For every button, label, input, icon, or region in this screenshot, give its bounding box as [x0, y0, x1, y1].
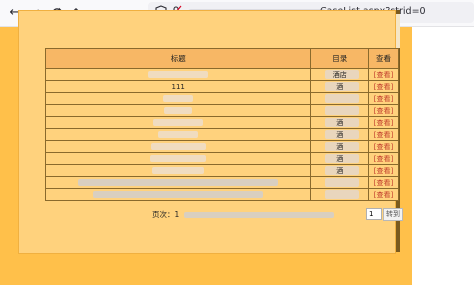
redacted-title: [93, 191, 264, 198]
page-indicator: 页次：1: [152, 210, 180, 219]
row-view-link[interactable]: [查看]: [368, 188, 399, 201]
pagination-bar: 页次：1: [152, 209, 336, 219]
table-row: [查看]: [44, 104, 399, 117]
row-title[interactable]: [44, 92, 312, 105]
redacted-title: [78, 179, 279, 186]
redacted-title: [164, 107, 193, 114]
row-view-link[interactable]: [查看]: [368, 80, 399, 93]
row-view-link[interactable]: [查看]: [368, 104, 399, 117]
row-view-link[interactable]: [查看]: [368, 164, 399, 177]
scroll-thumb[interactable]: [396, 14, 400, 48]
redacted-title: [153, 119, 204, 126]
redacted-title: [163, 95, 194, 102]
row-category: 酒: [310, 152, 370, 165]
row-view-link[interactable]: [查看]: [368, 152, 399, 165]
redacted-title: [150, 143, 206, 150]
table-row: [查看]: [44, 176, 399, 189]
redacted-title: [158, 131, 199, 138]
redacted-category: [325, 94, 360, 103]
row-title[interactable]: [44, 104, 312, 117]
row-view-link[interactable]: [查看]: [368, 128, 399, 141]
table-row: 酒 [查看]: [44, 152, 399, 165]
row-view-link[interactable]: [查看]: [368, 92, 399, 105]
redacted-title: [148, 71, 209, 78]
go-to-page-button[interactable]: 转到: [383, 208, 403, 221]
table-row: [查看]: [44, 188, 399, 201]
redacted-pager-links: [183, 212, 334, 218]
row-title[interactable]: [44, 116, 312, 129]
row-title[interactable]: [44, 128, 312, 141]
row-category: 酒: [310, 80, 370, 93]
table-row: 酒 [查看]: [44, 164, 399, 177]
row-title[interactable]: [44, 68, 312, 81]
row-title[interactable]: [44, 152, 312, 165]
row-view-link[interactable]: [查看]: [368, 176, 399, 189]
row-view-link[interactable]: [查看]: [368, 140, 399, 153]
row-title[interactable]: 111: [44, 80, 312, 93]
redacted-category: [325, 190, 360, 199]
row-category: [310, 104, 370, 117]
row-title[interactable]: [44, 164, 312, 177]
row-category: 酒: [310, 164, 370, 177]
case-list-table: 标题 目录 查看 酒店 [查看] 111 酒 [查看] [查看] [查看] 酒: [44, 48, 399, 201]
column-header-title: 标题: [44, 48, 312, 69]
row-category: 酒: [310, 116, 370, 129]
redacted-category: [325, 106, 360, 115]
row-view-link[interactable]: [查看]: [368, 116, 399, 129]
column-header-category: 目录: [310, 48, 370, 69]
row-title[interactable]: [44, 188, 312, 201]
row-title[interactable]: [44, 176, 312, 189]
redacted-title: [152, 167, 205, 174]
row-category: 酒: [310, 140, 370, 153]
row-category: [310, 92, 370, 105]
table-row: 111 酒 [查看]: [44, 80, 399, 93]
redacted-title: [150, 155, 207, 162]
redacted-category: [325, 178, 360, 187]
column-header-view: 查看: [368, 48, 399, 69]
page-number-input[interactable]: 1: [366, 208, 382, 220]
table-row: 酒店 [查看]: [44, 68, 399, 81]
table-row: [查看]: [44, 92, 399, 105]
table-row: 酒 [查看]: [44, 116, 399, 129]
row-category: 酒店: [310, 68, 370, 81]
row-title[interactable]: [44, 140, 312, 153]
row-category: [310, 188, 370, 201]
table-row: 酒 [查看]: [44, 140, 399, 153]
table-row: 酒 [查看]: [44, 128, 399, 141]
table-header-row: 标题 目录 查看: [44, 48, 399, 69]
row-category: [310, 176, 370, 189]
row-view-link[interactable]: [查看]: [368, 68, 399, 81]
row-category: 酒: [310, 128, 370, 141]
